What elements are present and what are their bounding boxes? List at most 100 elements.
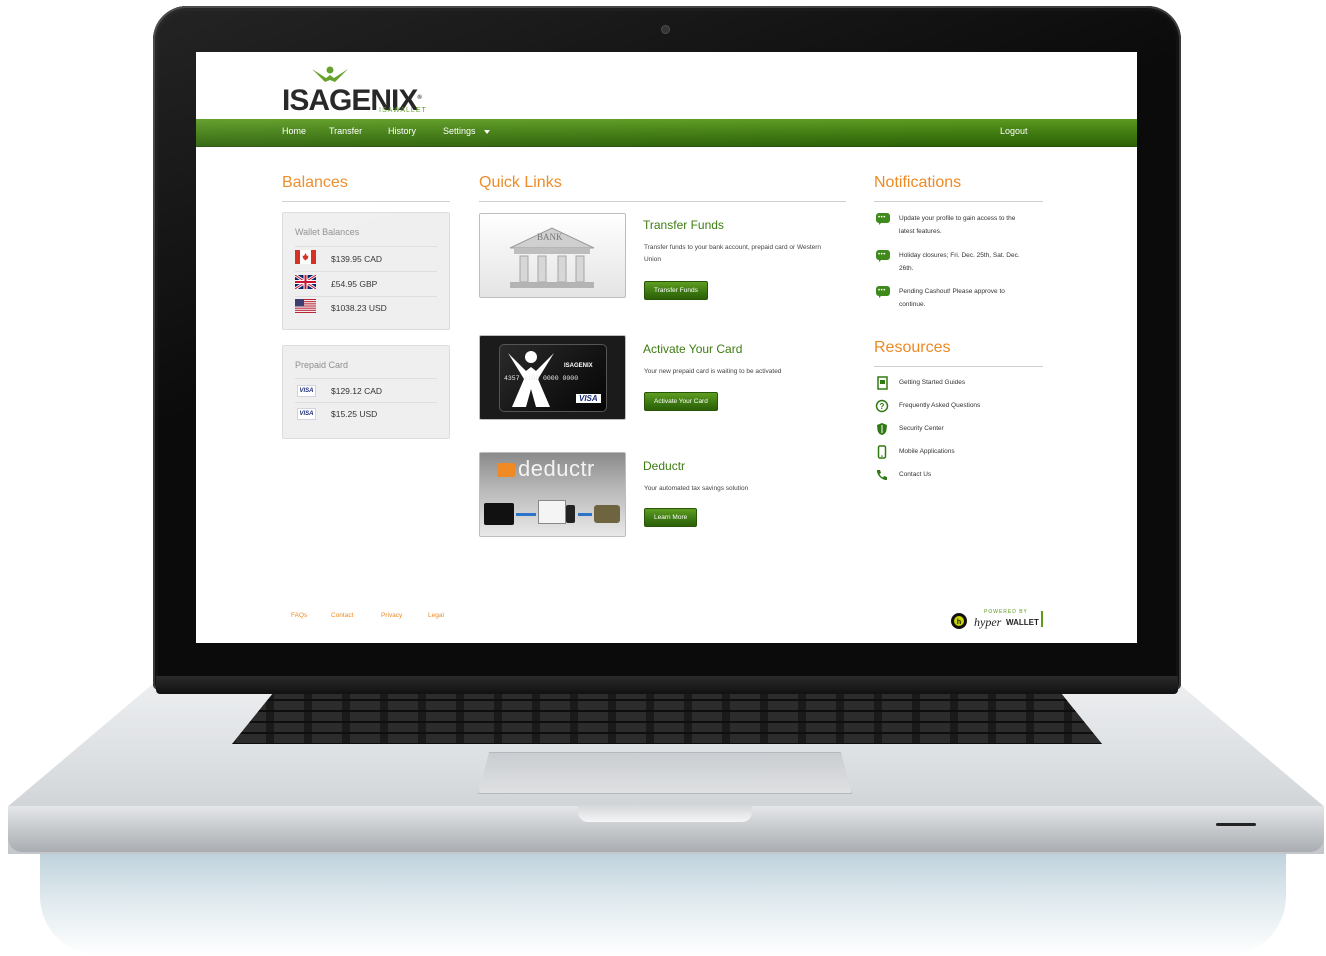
notification-text: Pending Cashout! Please approve to conti… [899,288,1005,308]
wallet-balances-title: Wallet Balances [295,227,360,237]
footer-contact-link[interactable]: Contact [331,612,353,619]
card-brand-label: ISAGENIX [564,363,593,369]
nav-transfer[interactable]: Transfer [329,126,362,136]
main-nav: Home Transfer History Settings Logout [196,119,1137,147]
bank-icon [509,227,595,288]
resources-list: Getting Started Guides ? Frequently Aske… [874,376,1044,496]
chat-bubble-icon: ••• [876,213,890,225]
balance-amount: $129.12 CAD [331,386,383,396]
camera-icon [662,26,669,33]
nav-home[interactable]: Home [282,126,306,136]
resource-mobile[interactable]: Mobile Applications [874,445,1044,461]
bank-label: BANK [537,232,563,242]
resources-title: Resources [874,339,951,356]
divider [295,271,437,272]
balance-amount: $15.25 USD [331,409,378,419]
canada-flag-icon [295,250,316,264]
balance-amount: £54.95 GBP [331,279,378,289]
guide-icon [877,376,888,390]
deductr-logo-icon [497,463,515,477]
deductr-wordmark: deductr [518,456,595,481]
hyperwallet-logo-icon: h [951,613,967,629]
mobile-icon [877,445,887,459]
hyperwallet-badge[interactable]: h POWERED BY hyper WALLET [949,609,1044,633]
transfer-funds-title: Transfer Funds [643,218,724,232]
prepaid-card-title: Prepaid Card [295,360,349,370]
footer-faqs-link[interactable]: FAQs [291,612,307,619]
nav-settings-label: Settings [443,126,476,136]
card-thumb [484,503,514,525]
resource-label: Getting Started Guides [899,379,966,386]
activate-card-button[interactable]: Activate Your Card [644,392,718,411]
chat-bubble-icon: ••• [876,250,890,262]
divider [295,296,437,297]
keyboard-rows [232,690,1102,744]
bank-image[interactable]: BANK [479,213,626,298]
phone-thumb [566,505,575,523]
footer-privacy-link[interactable]: Privacy [381,612,402,619]
notifications-title: Notifications [874,174,962,191]
divider [295,378,437,379]
transfer-funds-button[interactable]: Transfer Funds [644,281,708,300]
badge-accent-bar [1041,611,1043,627]
resource-label: Security Center [899,425,944,432]
laptop-hinge [156,676,1178,694]
chat-bubble-icon: ••• [876,286,890,298]
prepaid-card-panel: Prepaid Card VISA $129.12 CAD VISA $15.2… [282,345,450,439]
money-thumb [594,505,620,523]
logo-subtitle: ISAWALLET [379,107,427,114]
table-reflection [40,850,1286,956]
isagenix-logo[interactable]: ISAGENIX® ISAWALLET [282,66,432,118]
divider [295,246,437,247]
question-icon: ? [875,399,889,413]
resource-label: Mobile Applications [899,448,955,455]
nav-history[interactable]: History [388,126,416,136]
site-header: ISAGENIX® ISAWALLET [196,52,1137,119]
deductr-title: Deductr [643,459,686,473]
prepaid-balance-row: VISA $15.25 USD [295,407,437,429]
resources-divider [874,366,1043,367]
notification-text: Update your profile to gain access to th… [899,215,1016,235]
notifications-divider [874,201,1043,202]
wallet-balance-row: $1038.23 USD [295,299,437,321]
learn-more-button[interactable]: Learn More [644,508,698,527]
us-flag-icon [295,299,316,313]
balance-amount: $139.95 CAD [331,254,383,264]
divider [295,402,437,403]
arrow-right-icon [578,513,592,516]
logout-link[interactable]: Logout [1000,126,1028,136]
phone-icon [876,470,887,481]
card-graphic: ISAGENIX 4357 4100 0000 0000 VISA [499,344,607,412]
chevron-down-icon [483,129,490,134]
resource-contact[interactable]: Contact Us [874,468,1044,484]
resource-faq[interactable]: ? Frequently Asked Questions [874,399,1044,415]
deductr-image[interactable]: deductr [479,452,626,537]
wallet-balance-row: £54.95 GBP [295,275,437,297]
quick-links-divider [479,201,846,202]
resource-getting-started[interactable]: Getting Started Guides [874,376,1044,392]
resource-label: Contact Us [899,471,932,478]
card-number: 4357 4100 0000 0000 [504,375,579,382]
nav-settings[interactable]: Settings [443,126,490,136]
hyperwallet-wordmark-a: hyper [974,615,1002,629]
visa-icon: VISA [297,385,316,397]
resource-label: Frequently Asked Questions [899,402,981,409]
shield-icon [877,423,887,435]
laptop-trackpad [478,752,852,794]
activate-card-title: Activate Your Card [643,342,743,356]
activate-card-description: Your new prepaid card is waiting to be a… [644,368,782,375]
browser-thumb [538,500,566,524]
lid-notch [578,804,752,822]
notifications-list: ••• Update your profile to gain access t… [874,212,1044,342]
sleep-indicator [1216,823,1256,826]
quick-links-title: Quick Links [479,174,562,191]
prepaid-card-image[interactable]: ISAGENIX 4357 4100 0000 0000 VISA [479,335,626,420]
arrow-right-icon [516,513,536,516]
uk-flag-icon [295,275,316,289]
balance-amount: $1038.23 USD [331,303,387,313]
svg-text:h: h [957,619,961,626]
resource-security[interactable]: Security Center [874,422,1044,438]
wallet-balance-row: $139.95 CAD [295,250,437,272]
deductr-description: Your automated tax savings solution [644,485,749,492]
footer-legal-link[interactable]: Legal [428,612,444,619]
